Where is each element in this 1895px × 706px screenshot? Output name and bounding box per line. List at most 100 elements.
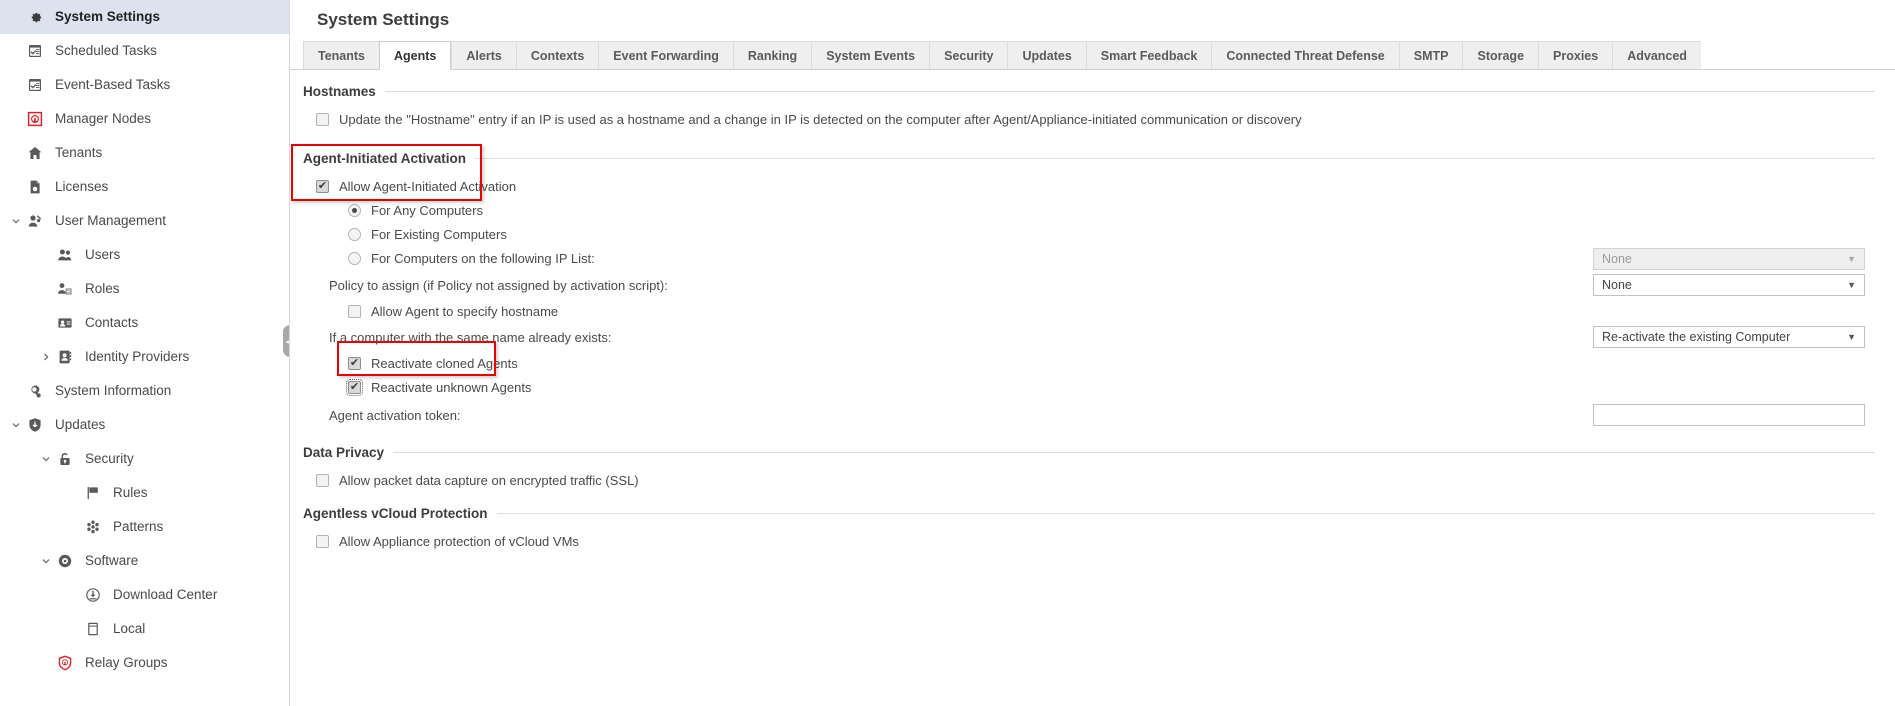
- tab-updates[interactable]: Updates: [1007, 41, 1086, 69]
- sidebar-item-system-settings[interactable]: System Settings: [0, 0, 289, 34]
- tab-system-events[interactable]: System Events: [811, 41, 930, 69]
- section-agentless-vcloud-protection: Agentless vCloud Protection Allow Applia…: [290, 506, 1895, 553]
- row-policy-to-assign: Policy to assign (if Policy not assigned…: [290, 271, 1895, 299]
- caret-down-icon[interactable]: [38, 442, 54, 476]
- caret-down-icon[interactable]: [38, 544, 54, 578]
- sidebar-item-users[interactable]: Users: [0, 238, 289, 272]
- reactivate-cloned-agents-checkbox[interactable]: [348, 356, 361, 370]
- update-hostname-checkbox[interactable]: [316, 112, 329, 126]
- caret-spacer: [38, 306, 54, 340]
- sidebar-item-label: Roles: [85, 281, 120, 297]
- home-icon: [24, 142, 46, 164]
- tab-label: Tenants: [318, 48, 365, 63]
- tab-tenants[interactable]: Tenants: [303, 41, 379, 69]
- sidebar-item-contacts[interactable]: Contacts: [0, 306, 289, 340]
- sidebar-item-label: Identity Providers: [85, 349, 190, 365]
- sidebar-item-download-center[interactable]: Download Center: [0, 578, 289, 612]
- sidebar-nav-list: System Settings Scheduled Tasks Event-Base…: [0, 0, 289, 680]
- sidebar-item-system-information[interactable]: System Information: [0, 374, 289, 408]
- caret-spacer: [8, 68, 24, 102]
- sidebar-item-security[interactable]: Security: [0, 442, 289, 476]
- caret-spacer: [8, 136, 24, 170]
- sidebar-item-manager-nodes[interactable]: Manager Nodes: [0, 102, 289, 136]
- row-update-hostname: Update the "Hostname" entry if an IP is …: [290, 107, 1895, 131]
- tab-smtp[interactable]: SMTP: [1398, 41, 1463, 69]
- tab-storage[interactable]: Storage: [1462, 41, 1539, 69]
- sidebar-item-user-management[interactable]: User Management: [0, 204, 289, 238]
- main-panel: System Settings Tenants Agents Alerts Conte…: [290, 0, 1895, 706]
- row-reactivate-cloned-agents: Reactivate cloned Agents: [290, 351, 1895, 375]
- sidebar-item-identity-providers[interactable]: Identity Providers: [0, 340, 289, 374]
- row-allow-agent-initiated-activation: Allow Agent-Initiated Activation: [290, 174, 1895, 198]
- sidebar-item-label: Rules: [113, 485, 148, 501]
- sidebar-collapse-handle[interactable]: ◀: [283, 325, 289, 357]
- allow-agent-specify-hostname-checkbox[interactable]: [348, 304, 361, 318]
- sidebar-item-label: Software: [85, 553, 139, 569]
- tab-event-forwarding[interactable]: Event Forwarding: [598, 41, 733, 69]
- tab-label: Connected Threat Defense: [1226, 48, 1385, 63]
- row-vcloud-protection: Allow Appliance protection of vCloud VMs: [290, 529, 1895, 553]
- same-name-exists-label: If a computer with the same name already…: [329, 329, 612, 345]
- agent-activation-token-input[interactable]: [1593, 404, 1865, 426]
- same-name-select-value: Re-activate the existing Computer: [1602, 330, 1791, 344]
- section-data-privacy: Data Privacy Allow packet data capture o…: [290, 445, 1895, 492]
- radio-for-any-computers[interactable]: [348, 203, 361, 217]
- caret-spacer: [66, 612, 82, 646]
- tab-ranking[interactable]: Ranking: [732, 41, 812, 69]
- sidebar-item-label: Licenses: [55, 179, 109, 195]
- sidebar-item-updates[interactable]: Updates: [0, 408, 289, 442]
- tab-advanced[interactable]: Advanced: [1612, 41, 1701, 69]
- ip-list-select[interactable]: None ▼: [1593, 247, 1865, 270]
- agent-activation-token-label: Agent activation token:: [329, 407, 461, 423]
- tab-contexts[interactable]: Contexts: [515, 41, 599, 69]
- sidebar-item-roles[interactable]: Roles: [0, 272, 289, 306]
- tab-connected-threat-defense[interactable]: Connected Threat Defense: [1211, 41, 1399, 69]
- tab-label: Advanced: [1627, 48, 1687, 63]
- packet-data-capture-checkbox[interactable]: [316, 473, 329, 487]
- caret-spacer: [8, 102, 24, 136]
- sidebar-item-local[interactable]: Local: [0, 612, 289, 646]
- caret-right-icon[interactable]: [38, 340, 54, 374]
- chevron-down-icon: ▼: [1847, 253, 1856, 264]
- tab-alerts[interactable]: Alerts: [451, 41, 516, 69]
- caret-down-icon[interactable]: [8, 204, 24, 238]
- section-agent-initiated-activation: Agent-Initiated Activation Allow Agent-I…: [290, 144, 1895, 431]
- sidebar-item-relay-groups[interactable]: Relay Groups: [0, 646, 289, 680]
- caret-spacer: [8, 170, 24, 204]
- update-hostname-label: Update the "Hostname" entry if an IP is …: [339, 111, 1302, 127]
- radio-for-existing-computers[interactable]: [348, 227, 361, 241]
- tab-smart-feedback[interactable]: Smart Feedback: [1085, 41, 1212, 69]
- sidebar-item-licenses[interactable]: Licenses: [0, 170, 289, 204]
- sidebar-item-label: Patterns: [113, 519, 164, 535]
- chevron-down-icon: ▼: [1847, 280, 1856, 290]
- policy-select[interactable]: None ▼: [1593, 274, 1865, 296]
- tab-proxies[interactable]: Proxies: [1538, 41, 1613, 69]
- section-header-hostnames: Hostnames: [290, 84, 1895, 99]
- sidebar-item-tenants[interactable]: Tenants: [0, 136, 289, 170]
- tab-label: Security: [944, 48, 994, 63]
- section-divider: [475, 158, 1875, 159]
- tab-label: SMTP: [1413, 48, 1449, 63]
- sidebar-item-scheduled-tasks[interactable]: Scheduled Tasks: [0, 34, 289, 68]
- row-radio-for-any-computers: For Any Computers: [290, 198, 1895, 222]
- policy-control-wrap: None ▼: [1593, 274, 1865, 296]
- chevron-down-icon: ▼: [1847, 332, 1856, 342]
- caret-down-icon[interactable]: [8, 408, 24, 442]
- radio-for-computers-on-ip-list[interactable]: [348, 252, 361, 265]
- allow-agent-initiated-activation-checkbox[interactable]: [316, 179, 329, 193]
- tab-label: Updates: [1022, 48, 1072, 63]
- server-icon: [82, 618, 104, 640]
- vcloud-protection-checkbox[interactable]: [316, 534, 329, 548]
- reactivate-unknown-agents-checkbox[interactable]: [346, 378, 363, 396]
- section-header-agent-initiated-activation: Agent-Initiated Activation: [290, 151, 1895, 166]
- tab-security[interactable]: Security: [929, 41, 1008, 69]
- sidebar-item-patterns[interactable]: Patterns: [0, 510, 289, 544]
- sidebar-item-software[interactable]: Software: [0, 544, 289, 578]
- tab-agents[interactable]: Agents: [379, 41, 452, 70]
- sidebar-item-event-based-tasks[interactable]: Event-Based Tasks: [0, 68, 289, 102]
- caret-spacer: [8, 0, 24, 34]
- same-name-select[interactable]: Re-activate the existing Computer ▼: [1593, 326, 1865, 348]
- sidebar-item-rules[interactable]: Rules: [0, 476, 289, 510]
- section-divider: [393, 452, 1875, 453]
- row-radio-for-existing-computers: For Existing Computers: [290, 222, 1895, 246]
